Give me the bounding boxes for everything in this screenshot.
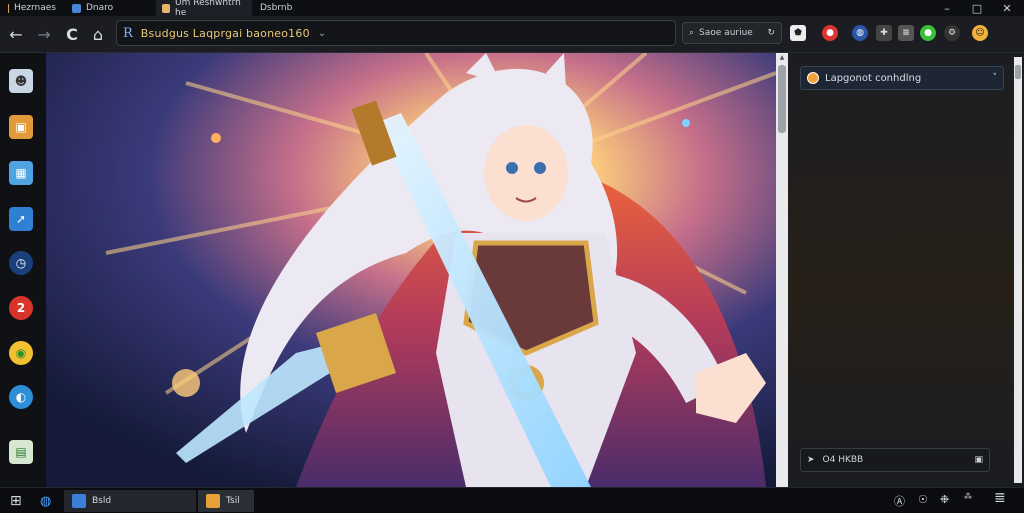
photo-icon[interactable]: ▦: [9, 161, 33, 185]
cube-icon[interactable]: ▣: [9, 115, 33, 139]
window-icon: [72, 494, 86, 508]
reload-button[interactable]: C: [60, 22, 84, 46]
clock-icon[interactable]: ◷: [9, 251, 33, 275]
site-icon: R: [123, 25, 133, 41]
tab-1-label: Hezrnaes: [13, 3, 56, 13]
browser-icon[interactable]: ◐: [9, 385, 33, 409]
tab-2-label: Dnaro: [86, 3, 114, 13]
globe-icon[interactable]: ◍: [852, 25, 868, 41]
page-scrollbar[interactable]: ▲: [776, 53, 788, 487]
app-icon: [8, 3, 9, 13]
shield-icon[interactable]: ⬟: [790, 25, 806, 41]
taskbar: ⊞ ◍ Bsld Tsil Ⓐ ☉ ❉ ⁂ ≣: [0, 487, 1024, 513]
home-button[interactable]: ⌂: [86, 22, 110, 46]
start-button[interactable]: ⊞: [2, 490, 30, 512]
taskbar-item-1[interactable]: Bsld: [64, 490, 196, 512]
taskbar-item-2[interactable]: Tsil: [198, 490, 254, 512]
wallpaper-art: [46, 53, 776, 487]
network-icon[interactable]: ❉: [940, 493, 949, 506]
tab-2[interactable]: Dnaro: [66, 0, 136, 16]
sun-icon[interactable]: ☉: [918, 493, 928, 506]
maximize-button[interactable]: □: [962, 0, 992, 16]
doc-icon: [72, 3, 81, 13]
panel-input-text: O4 HKBB: [822, 455, 864, 465]
tab-3[interactable]: Um Reshwhtrh he: [156, 0, 252, 18]
panel-dropdown[interactable]: Lapgonot conhdlng ˅: [800, 66, 1004, 90]
taskbar-item-1-label: Bsld: [92, 496, 112, 506]
arrow-icon[interactable]: ➚: [9, 207, 33, 231]
panel-scrollbar[interactable]: [1014, 57, 1022, 483]
chrome-app-icon[interactable]: ◉: [9, 341, 33, 365]
tray-icon-a[interactable]: Ⓐ: [894, 493, 905, 509]
refresh-icon[interactable]: ↻: [767, 28, 775, 38]
chevron-down-icon[interactable]: ⌄: [318, 28, 326, 39]
window-icon: [206, 494, 220, 508]
search-field[interactable]: ⌕ Saoe auriue ↻: [682, 22, 782, 44]
notes-icon[interactable]: ≡: [898, 25, 914, 41]
file-icon[interactable]: ▤: [9, 440, 33, 464]
address-text: Bsudgus Laqprgai baoneo160: [140, 26, 310, 40]
avatar[interactable]: ☺: [972, 25, 988, 41]
page-icon: [162, 3, 170, 13]
address-bar[interactable]: R Bsudgus Laqprgai baoneo160 ⌄: [116, 20, 676, 46]
tab-4-label: Dsbrnb: [260, 3, 293, 13]
clock-text: ⁂: [964, 492, 972, 501]
panel-icon: [807, 72, 819, 84]
chrome-icon[interactable]: ●: [822, 25, 838, 41]
minimize-button[interactable]: –: [932, 0, 962, 16]
search-text: Saoe auriue: [699, 28, 753, 38]
scroll-up-icon[interactable]: ▲: [778, 54, 786, 62]
search-icon: ⌕: [689, 28, 695, 38]
tab-1[interactable]: Hezrnaes: [2, 0, 62, 16]
square-icon[interactable]: ▣: [974, 455, 983, 465]
puzzle-icon[interactable]: ✚: [876, 25, 892, 41]
scrollbar-thumb[interactable]: [778, 65, 786, 133]
browser-toolbar: ← → C ⌂ R Bsudgus Laqprgai baoneo160 ⌄ ⌕…: [0, 16, 1024, 53]
title-bar: Hezrnaes Dnaro Um Reshwhtrh he Dsbrnb – …: [0, 0, 1024, 18]
edge-icon[interactable]: ◍: [32, 490, 59, 512]
panel-scrollbar-thumb[interactable]: [1015, 65, 1021, 79]
panel-dropdown-label: Lapgonot conhdlng: [825, 72, 922, 84]
game-icon[interactable]: 2: [9, 296, 33, 320]
panel-input[interactable]: ➤ O4 HKBB ▣: [800, 448, 990, 472]
chevron-down-icon: ˅: [992, 73, 998, 83]
close-button[interactable]: ✕: [992, 0, 1022, 16]
forward-button[interactable]: →: [32, 22, 56, 46]
status-icon[interactable]: ●: [920, 25, 936, 41]
taskbar-item-2-label: Tsil: [226, 496, 240, 506]
back-button[interactable]: ←: [4, 22, 28, 46]
play-icon: ➤: [807, 455, 815, 465]
anime-warrior-illustration: [46, 53, 776, 487]
side-panel: Lapgonot conhdlng ˅ ➤ O4 HKBB ▣: [788, 53, 1024, 487]
notification-icon[interactable]: ≣: [994, 490, 1006, 506]
settings-icon[interactable]: ⚙: [944, 25, 960, 41]
avatar-icon[interactable]: ☻: [9, 69, 33, 93]
app-dock: ☻ ▣ ▦ ➚ ◷ 2 ◉ ◐ ▤: [0, 53, 46, 487]
tab-4[interactable]: Dsbrnb: [254, 0, 314, 16]
